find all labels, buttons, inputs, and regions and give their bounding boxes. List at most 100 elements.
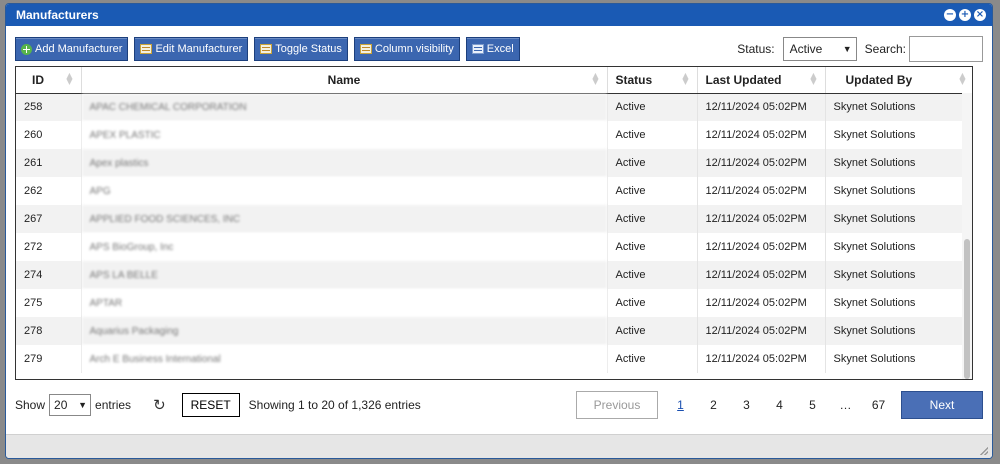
- cell-last-updated: 12/11/2024 05:02PM: [697, 233, 826, 261]
- cell-id: 267: [16, 205, 82, 233]
- edit-manufacturer-label: Edit Manufacturer: [155, 43, 243, 55]
- table-footer: Show 20 ▼ entries ↻ RESET Showing 1 to 2…: [15, 390, 983, 420]
- spreadsheet-icon: [471, 44, 484, 54]
- columns-icon: [359, 44, 372, 54]
- minimize-icon[interactable]: −: [944, 9, 956, 21]
- cell-status: Active: [607, 121, 698, 149]
- add-icon: [21, 43, 32, 55]
- page-link-1[interactable]: 1: [664, 398, 697, 412]
- cell-updated-by: Skynet Solutions: [825, 261, 972, 289]
- sort-icon: ▲ ▼: [682, 71, 689, 86]
- cell-name: Aquarius Packaging: [81, 317, 608, 345]
- window-controls: − + ×: [944, 9, 986, 21]
- cell-updated-by: Skynet Solutions: [825, 233, 972, 261]
- status-bar: [6, 434, 992, 458]
- page-ellipsis: …: [839, 398, 852, 412]
- cell-name: APS BioGroup, Inc: [81, 233, 608, 261]
- cell-last-updated: 12/11/2024 05:02PM: [697, 93, 826, 121]
- edit-form-icon: [140, 44, 153, 54]
- table-row[interactable]: 272 APS BioGroup, Inc Active 12/11/2024 …: [16, 233, 972, 261]
- page-link-5[interactable]: 5: [796, 398, 829, 412]
- excel-label: Excel: [486, 43, 514, 55]
- cell-name: APG: [81, 177, 608, 205]
- scrollbar-thumb[interactable]: [964, 239, 970, 379]
- cell-updated-by: Skynet Solutions: [825, 177, 972, 205]
- show-label: Show: [15, 398, 46, 412]
- table-row[interactable]: 267 APPLIED FOOD SCIENCES, INC Active 12…: [16, 205, 972, 233]
- title-bar: Manufacturers − + ×: [6, 4, 992, 26]
- pagination: Previous 1 2 3 4 5 … 67 Next: [576, 391, 983, 419]
- page-link-4[interactable]: 4: [763, 398, 796, 412]
- manufacturers-window: Manufacturers − + × Add Manufacturer Edi…: [5, 3, 993, 459]
- add-manufacturer-label: Add Manufacturer: [35, 43, 123, 55]
- table-row[interactable]: 262 APG Active 12/11/2024 05:02PM Skynet…: [16, 177, 972, 205]
- cell-status: Active: [607, 317, 698, 345]
- status-filter-value: Active: [789, 42, 823, 56]
- table-row[interactable]: 260 APEX PLASTIC Active 12/11/2024 05:02…: [16, 121, 972, 149]
- toggle-status-label: Toggle Status: [275, 43, 342, 55]
- cell-updated-by: Skynet Solutions: [825, 317, 972, 345]
- table-row[interactable]: 258 APAC CHEMICAL CORPORATION Active 12/…: [16, 93, 972, 121]
- table-row[interactable]: 278 Aquarius Packaging Active 12/11/2024…: [16, 317, 972, 345]
- column-header-id[interactable]: ID ▲ ▼: [16, 67, 82, 94]
- column-header-last-updated[interactable]: Last Updated ▲ ▼: [697, 67, 826, 94]
- toggle-status-button[interactable]: Toggle Status: [254, 37, 348, 61]
- cell-id: 262: [16, 177, 82, 205]
- cell-name: APTAR: [81, 289, 608, 317]
- cell-last-updated: 12/11/2024 05:02PM: [697, 149, 826, 177]
- sort-icon: ▲ ▼: [592, 71, 599, 86]
- edit-manufacturer-button[interactable]: Edit Manufacturer: [134, 37, 249, 61]
- cell-id: 258: [16, 93, 82, 121]
- cell-status: Active: [607, 233, 698, 261]
- table-row[interactable]: 274 APS LA BELLE Active 12/11/2024 05:02…: [16, 261, 972, 289]
- cell-updated-by: Skynet Solutions: [825, 149, 972, 177]
- cell-name: APS LA BELLE: [81, 261, 608, 289]
- cell-id: 278: [16, 317, 82, 345]
- table-row[interactable]: 261 Apex plastics Active 12/11/2024 05:0…: [16, 149, 972, 177]
- add-manufacturer-button[interactable]: Add Manufacturer: [15, 37, 129, 61]
- cell-last-updated: 12/11/2024 05:02PM: [697, 205, 826, 233]
- toggle-form-icon: [260, 44, 273, 54]
- page-link-67[interactable]: 67: [862, 398, 895, 412]
- page-link-2[interactable]: 2: [697, 398, 730, 412]
- cell-last-updated: 12/11/2024 05:02PM: [697, 317, 826, 345]
- column-header-status[interactable]: Status ▲ ▼: [607, 67, 698, 94]
- cell-id: 279: [16, 345, 82, 373]
- toolbar: Add Manufacturer Edit Manufacturer Toggl…: [15, 36, 983, 62]
- page-link-3[interactable]: 3: [730, 398, 763, 412]
- chevron-down-icon: ▼: [78, 400, 88, 410]
- sort-icon: ▲ ▼: [810, 71, 817, 86]
- column-header-updated-by[interactable]: Updated By ▲ ▼: [825, 67, 972, 94]
- status-filter-select[interactable]: Active ▼: [782, 37, 857, 61]
- table-row[interactable]: 279 Arch E Business International Active…: [16, 345, 972, 373]
- maximize-icon[interactable]: +: [959, 9, 971, 21]
- entries-per-page-select[interactable]: 20 ▼: [49, 394, 92, 416]
- cell-name: APAC CHEMICAL CORPORATION: [81, 93, 608, 121]
- table-header-row: ID ▲ ▼ Name ▲ ▼ Status ▲ ▼ Last Updated ▲ ▼ Upda…: [16, 67, 972, 94]
- table-row[interactable]: 275 APTAR Active 12/11/2024 05:02PM Skyn…: [16, 289, 972, 317]
- previous-page-button[interactable]: Previous: [576, 391, 658, 419]
- cell-last-updated: 12/11/2024 05:02PM: [697, 289, 826, 317]
- entries-per-page-value: 20: [54, 398, 68, 412]
- refresh-icon[interactable]: ↻: [153, 396, 166, 414]
- search-input[interactable]: [909, 36, 983, 62]
- reset-button[interactable]: RESET: [181, 393, 240, 417]
- filter-area: Status: Active ▼ Search:: [737, 36, 983, 62]
- column-visibility-button[interactable]: Column visibility: [353, 37, 460, 61]
- cell-last-updated: 12/11/2024 05:02PM: [697, 345, 826, 373]
- resize-grip-icon[interactable]: [980, 447, 988, 455]
- excel-button[interactable]: Excel: [465, 37, 520, 61]
- search-label: Search:: [864, 42, 906, 56]
- cell-id: 260: [16, 121, 82, 149]
- cell-id: 274: [16, 261, 82, 289]
- next-page-button[interactable]: Next: [901, 391, 983, 419]
- close-icon[interactable]: ×: [974, 9, 986, 21]
- cell-status: Active: [607, 149, 698, 177]
- column-header-name[interactable]: Name ▲ ▼: [81, 67, 608, 94]
- sort-icon: ▲ ▼: [959, 71, 966, 86]
- cell-status: Active: [607, 177, 698, 205]
- cell-id: 275: [16, 289, 82, 317]
- cell-name: Apex plastics: [81, 149, 608, 177]
- cell-name: APPLIED FOOD SCIENCES, INC: [81, 205, 608, 233]
- table-scrollbar[interactable]: [962, 93, 972, 379]
